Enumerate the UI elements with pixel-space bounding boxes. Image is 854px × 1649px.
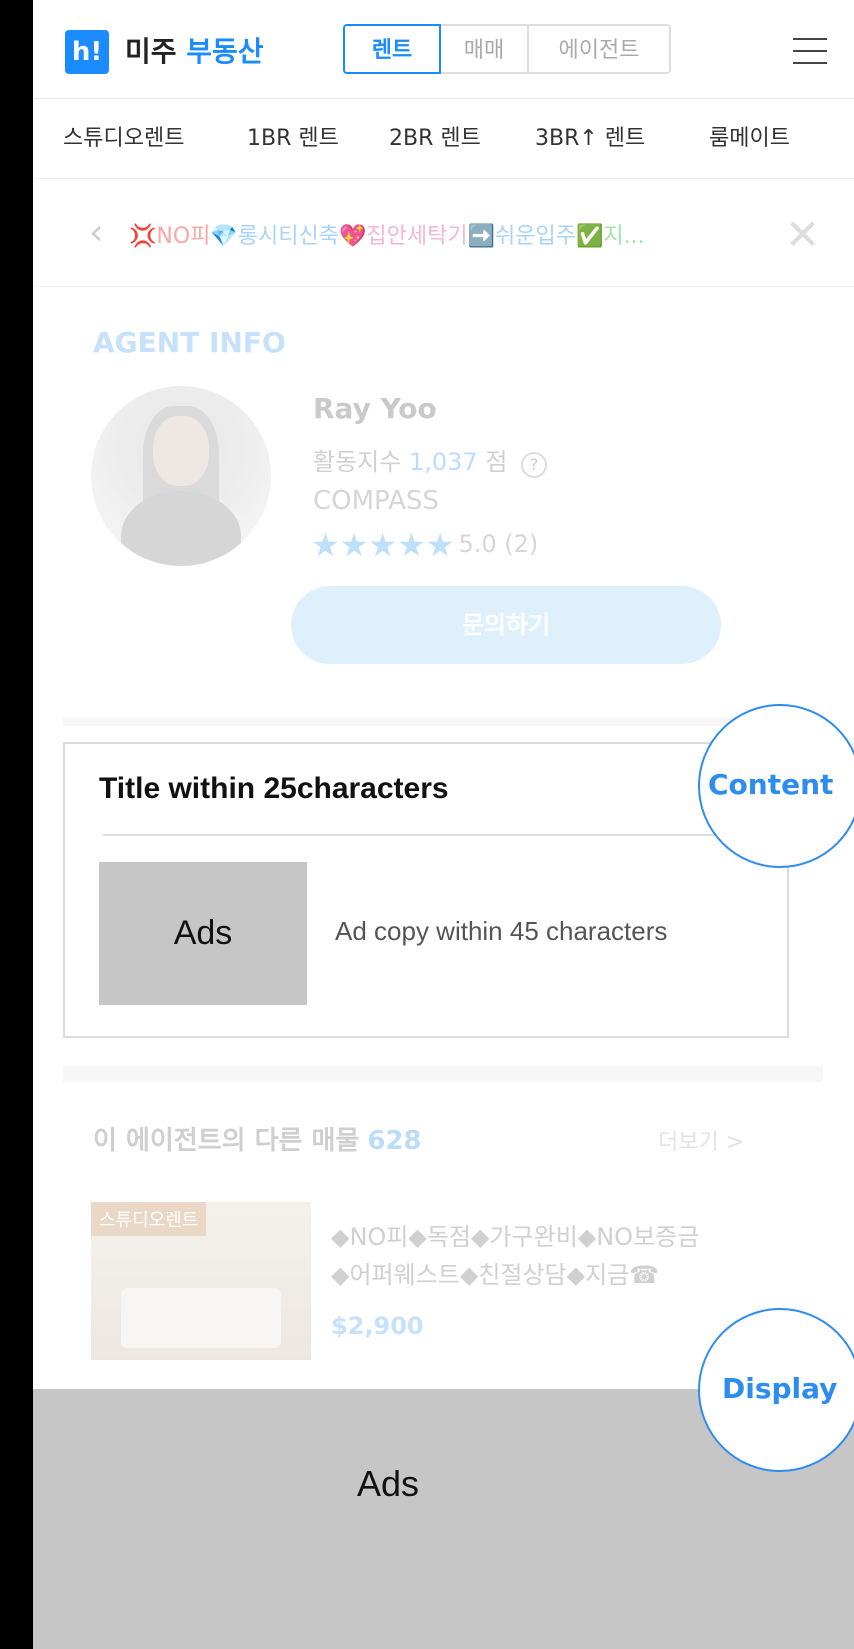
tab-sale[interactable]: 매매 — [441, 24, 529, 74]
listing-title[interactable]: ◆NO피◆독점◆가구완비◆NO보증금 ◆어퍼웨스트◆친절상담◆지금☎ — [331, 1218, 699, 1294]
ad-image-placeholder[interactable]: Ads — [99, 862, 307, 1005]
agent-avatar — [91, 386, 271, 566]
display-bubble-label: Display — [722, 1372, 838, 1405]
agent-company: COMPASS — [313, 486, 439, 516]
activity-label: 활동지수 — [313, 448, 402, 476]
title-part: 💢NO피 — [129, 224, 211, 249]
tab-rent[interactable]: 렌트 — [343, 24, 441, 74]
listing-thumbnail[interactable]: 스튜디오렌트 — [91, 1202, 311, 1360]
listing-tag: 스튜디오렌트 — [91, 1202, 207, 1236]
logo-icon[interactable]: h! — [65, 30, 109, 74]
listing-line-1: ◆NO피◆독점◆가구완비◆NO보증금 — [331, 1223, 700, 1251]
other-listings-count: 628 — [367, 1126, 422, 1156]
more-link[interactable]: 더보기 > — [658, 1124, 744, 1156]
content-bubble-label: Content — [708, 768, 834, 801]
star-icons: ★★★★★ — [311, 526, 455, 564]
back-chevron-icon[interactable]: ‹ — [89, 212, 103, 253]
native-ad-box[interactable]: Title within 25characters Ads Ad copy wi… — [63, 742, 789, 1038]
brand-part-1: 미주 — [125, 35, 177, 68]
nav-item-studio[interactable]: 스튜디오렌트 — [63, 120, 184, 152]
nav-item-3br[interactable]: 3BR↑ 렌트 — [535, 120, 645, 152]
ad-divider — [103, 834, 757, 836]
nav-item-roommate[interactable]: 룸메이트 — [709, 120, 790, 152]
bottom-ad-label: Ads — [357, 1463, 420, 1504]
activity-score: 활동지수 1,037 점 ? — [313, 442, 548, 478]
category-tabs: 렌트 매매 에이전트 — [343, 24, 671, 78]
agent-name[interactable]: Ray Yoo — [313, 392, 437, 425]
agent-info-heading: AGENT INFO — [93, 326, 286, 359]
nav-item-2br[interactable]: 2BR 렌트 — [389, 120, 481, 152]
divider — [63, 1066, 823, 1082]
ad-copy: Ad copy within 45 characters — [335, 916, 668, 946]
listing-price: $2,900 — [331, 1312, 424, 1340]
brand-part-2: 부동산 — [186, 35, 264, 68]
title-part: 💖집안세탁기 — [339, 224, 468, 249]
post-title: 💢NO피💎롱시티신축💖집안세탁기➡️쉬운입주✅지... — [129, 218, 645, 250]
other-listings-label: 이 에이전트의 다른 매물 — [93, 1126, 360, 1156]
activity-value: 1,037 — [408, 448, 478, 476]
other-listings-heading: 이 에이전트의 다른 매물 628 — [93, 1120, 422, 1157]
page: h! 미주 부동산 렌트 매매 에이전트 스튜디오렌트 1BR 렌트 2BR 렌… — [33, 0, 854, 1649]
tab-agent[interactable]: 에이전트 — [529, 24, 671, 74]
help-icon[interactable]: ? — [521, 452, 548, 478]
close-icon[interactable]: ✕ — [785, 210, 820, 259]
sub-nav: 스튜디오렌트 1BR 렌트 2BR 렌트 3BR↑ 렌트 룸메이트 — [33, 98, 854, 179]
display-annotation-bubble: Display — [698, 1308, 854, 1472]
listing-line-2: ◆어퍼웨스트◆친절상담◆지금☎ — [331, 1261, 660, 1289]
app-header: h! 미주 부동산 렌트 매매 에이전트 — [33, 0, 854, 99]
title-part: ✅지... — [575, 224, 645, 249]
title-part: 💎롱시티신축 — [210, 224, 339, 249]
contact-button[interactable]: 문의하기 — [291, 586, 721, 664]
title-part: ➡️쉬운입주 — [467, 224, 576, 249]
hamburger-menu-icon[interactable] — [793, 38, 827, 64]
divider — [63, 718, 823, 726]
rating-value: 5.0 (2) — [458, 530, 539, 558]
content-annotation-bubble: Content — [698, 704, 854, 868]
post-titlebar: ‹ 💢NO피💎롱시티신축💖집안세탁기➡️쉬운입주✅지... ✕ — [33, 178, 854, 287]
ad-title: Title within 25characters — [99, 772, 449, 805]
activity-unit: 점 — [485, 448, 508, 476]
rating-stars: ★★★★★ 5.0 (2) — [311, 526, 538, 564]
nav-item-1br[interactable]: 1BR 렌트 — [247, 120, 339, 152]
brand-name[interactable]: 미주 부동산 — [125, 30, 264, 74]
